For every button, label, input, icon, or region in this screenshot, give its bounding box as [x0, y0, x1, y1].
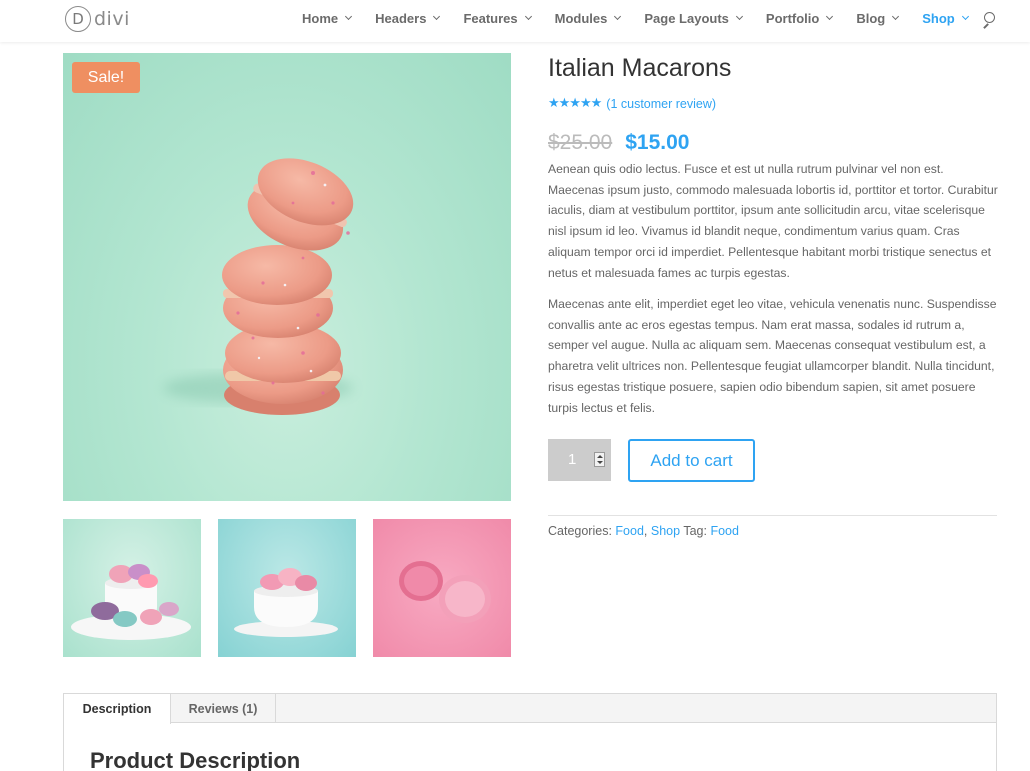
product-thumbnail-3[interactable] [373, 519, 511, 657]
site-header: D divi Home Headers Features Modules Pag… [0, 0, 1030, 42]
categories-label: Categories: [548, 524, 612, 538]
nav-item-modules[interactable]: Modules [555, 11, 622, 26]
product-thumbnail-1[interactable] [63, 519, 201, 657]
macaron-stack-illustration [163, 158, 354, 415]
tab-description[interactable]: Description [64, 694, 171, 724]
category-link-food[interactable]: Food [615, 524, 644, 538]
product-description-paragraph: Aenean quis odio lectus. Fusce et est ut… [548, 162, 998, 280]
sale-price: $15.00 [625, 131, 690, 154]
rating-stars-icon: ★★★★★ [548, 96, 602, 111]
teacup-macarons-illustration [71, 564, 191, 640]
tag-label: Tag: [683, 524, 707, 538]
product-title: Italian Macarons [548, 54, 732, 82]
nav-item-features[interactable]: Features [463, 11, 532, 26]
original-price: $25.00 [548, 131, 613, 154]
product-thumbnail-2[interactable] [218, 519, 356, 657]
divider [548, 515, 997, 516]
category-link-shop[interactable]: Shop [651, 524, 680, 538]
quantity-input[interactable]: 1 [548, 439, 611, 481]
pink-macarons-illustration [399, 561, 491, 623]
chevron-down-icon [735, 12, 743, 21]
logo-text: divi [94, 8, 130, 30]
nav-item-blog[interactable]: Blog [856, 11, 900, 26]
sale-badge: Sale! [72, 62, 140, 93]
chevron-down-icon [892, 12, 900, 21]
chevron-down-icon [826, 12, 834, 21]
product-meta: Categories: Food, Shop Tag: Food [548, 524, 739, 538]
nav-item-portfolio[interactable]: Portfolio [766, 11, 834, 26]
product-rating: ★★★★★ (1 customer review) [548, 96, 716, 111]
chevron-down-icon [524, 12, 532, 21]
site-logo[interactable]: D divi [65, 5, 130, 33]
search-icon[interactable] [982, 12, 996, 29]
cup-macarons-illustration [234, 568, 338, 637]
tab-reviews[interactable]: Reviews (1) [171, 694, 276, 723]
main-nav: Home Headers Features Modules Page Layou… [302, 0, 992, 36]
logo-mark-icon: D [65, 6, 91, 32]
chevron-down-icon [433, 12, 441, 21]
product-description-paragraph: Maecenas ante elit, imperdiet eget leo v… [548, 297, 997, 415]
quantity-stepper[interactable] [594, 452, 605, 467]
quantity-value: 1 [568, 451, 577, 468]
chevron-down-icon [614, 12, 622, 21]
chevron-down-icon [961, 12, 969, 21]
add-to-cart-button[interactable]: Add to cart [628, 439, 755, 482]
nav-item-page-layouts[interactable]: Page Layouts [644, 11, 743, 26]
panel-title: Product Description [90, 748, 301, 771]
tabs-bar: Description Reviews (1) [64, 694, 996, 724]
product-tabs: Description Reviews (1) Product Descript… [63, 693, 997, 771]
tag-link-food[interactable]: Food [710, 524, 739, 538]
product-main-image[interactable]: Sale! [63, 53, 511, 501]
category-separator: , [643, 524, 648, 538]
nav-item-shop[interactable]: Shop [922, 11, 969, 26]
nav-item-headers[interactable]: Headers [375, 11, 441, 26]
product-price: $25.00 $15.00 [548, 131, 689, 155]
chevron-down-icon [345, 12, 353, 21]
customer-review-link[interactable]: (1 customer review) [606, 97, 716, 111]
nav-item-home[interactable]: Home [302, 11, 353, 26]
